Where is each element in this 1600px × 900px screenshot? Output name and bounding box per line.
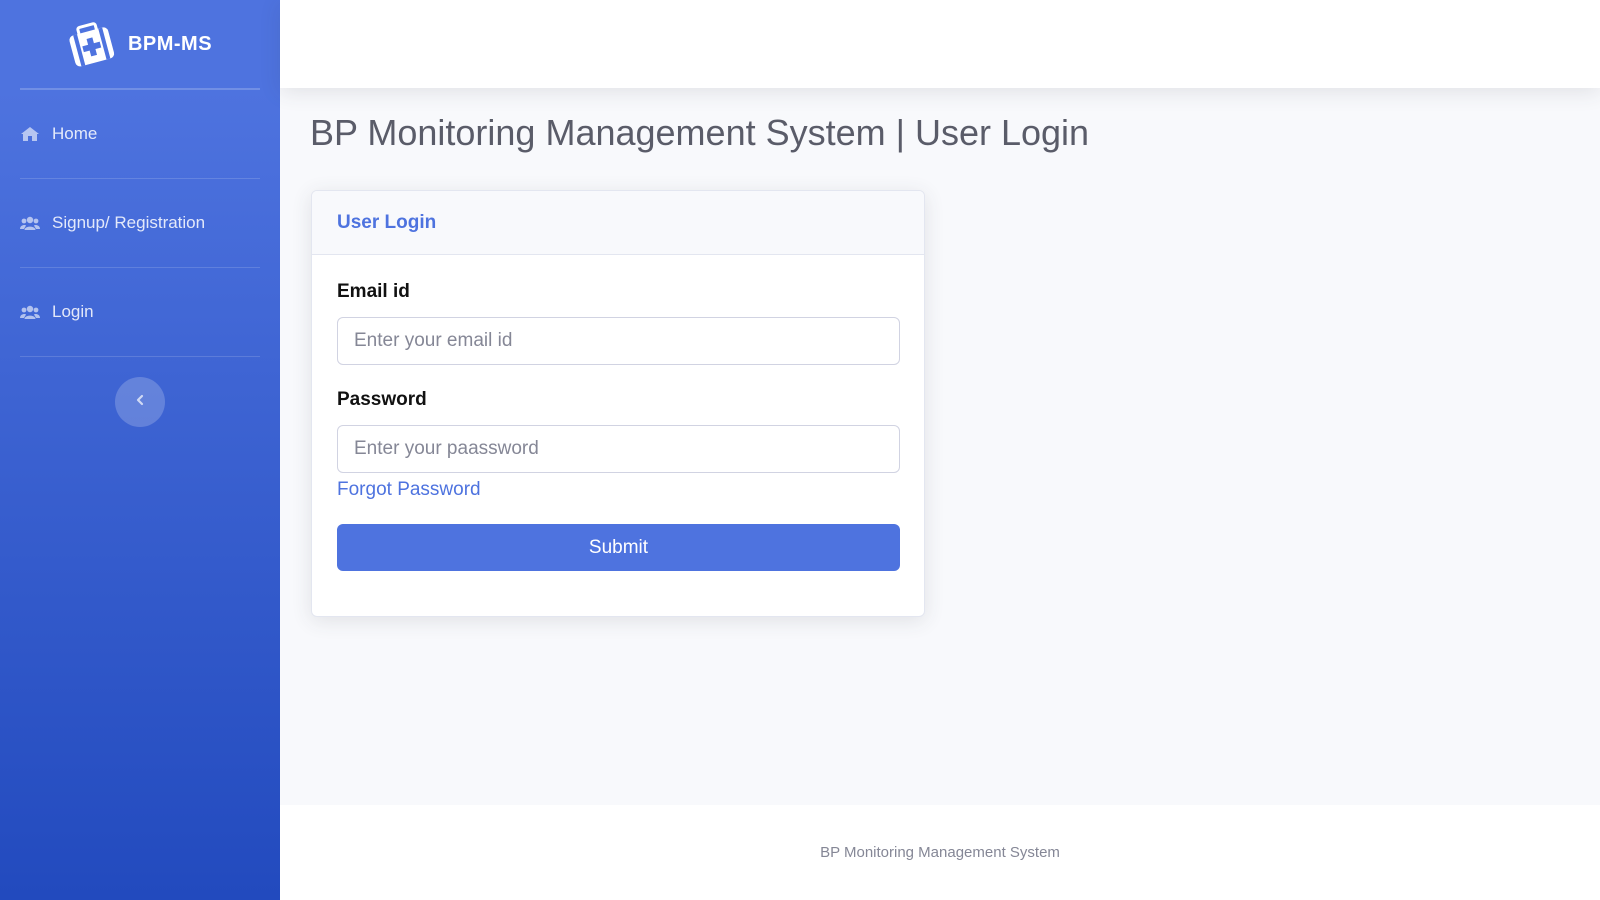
sidebar-item-signup[interactable]: Signup/ Registration (0, 179, 280, 267)
sidebar-item-home[interactable]: Home (0, 90, 280, 178)
submit-button[interactable]: Submit (337, 524, 900, 571)
forgot-password-link[interactable]: Forgot Password (337, 479, 481, 501)
sidebar-item-label: Home (52, 124, 98, 143)
password-label: Password (337, 389, 427, 410)
sidebar-toggle-button[interactable] (115, 377, 165, 427)
email-field[interactable] (337, 317, 900, 365)
users-icon (20, 215, 40, 231)
login-card: User Login Email id Password Forgot Pass… (311, 190, 925, 617)
page-title: BP Monitoring Management System | User L… (310, 112, 1090, 153)
email-label: Email id (337, 281, 410, 302)
users-icon (20, 304, 40, 320)
home-icon (20, 126, 40, 142)
sidebar: BPM-MS Home Signup/ Registration Login (0, 0, 280, 900)
brand-link[interactable]: BPM-MS (0, 0, 280, 88)
chevron-left-icon (135, 393, 145, 411)
topbar (280, 0, 1600, 88)
brand-name: BPM-MS (127, 32, 213, 55)
footer-text: BP Monitoring Management System (820, 844, 1060, 861)
password-field[interactable] (337, 425, 900, 473)
medkit-icon (63, 16, 119, 72)
footer: BP Monitoring Management System (280, 805, 1600, 900)
sidebar-item-label: Signup/ Registration (52, 213, 206, 232)
sidebar-toggle-wrap (0, 357, 280, 427)
card-body: Email id Password Forgot Password Submit (312, 255, 924, 571)
card-header: User Login (312, 191, 924, 255)
sidebar-item-label: Login (52, 302, 94, 321)
sidebar-item-login[interactable]: Login (0, 268, 280, 356)
